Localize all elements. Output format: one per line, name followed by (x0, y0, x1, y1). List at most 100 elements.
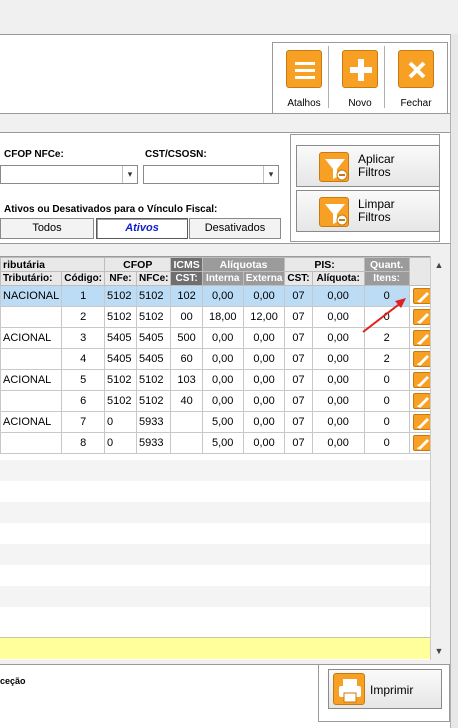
cell-itens[interactable]: 0 (363, 411, 410, 433)
cell-pis-cst[interactable]: 07 (284, 306, 313, 328)
cell-codigo[interactable]: 3 (61, 327, 106, 349)
col-itens[interactable]: Itens: (363, 271, 410, 286)
cell-pis-aliq[interactable]: 0,00 (311, 348, 365, 370)
cell-codigo[interactable]: 7 (61, 411, 106, 433)
clear-filters-button[interactable]: Limpar Filtros (296, 190, 440, 232)
cell-pis-aliq[interactable]: 0,00 (311, 285, 365, 307)
cell-regime[interactable]: ACIONAL (0, 369, 63, 391)
close-button[interactable] (398, 50, 434, 88)
col-codigo[interactable]: Código: (61, 271, 106, 286)
segment-all[interactable]: Todos (0, 218, 94, 239)
cell-nfce[interactable]: 5405 (136, 327, 172, 349)
cell-nfe[interactable]: 5102 (104, 369, 138, 391)
table-row[interactable]: ACIONAL 5 5102 5102 103 0,00 0,00 07 0,00 0 (0, 369, 435, 391)
cell-nfce[interactable]: 5933 (136, 432, 172, 454)
cell-regime[interactable]: ACIONAL (0, 411, 63, 433)
cell-interna[interactable]: 18,00 (201, 306, 244, 328)
cell-nfe[interactable]: 0 (104, 432, 138, 454)
cell-cst[interactable]: 00 (170, 306, 203, 328)
cell-interna[interactable]: 5,00 (201, 432, 244, 454)
cell-nfce[interactable]: 5933 (136, 411, 172, 433)
cell-cst[interactable] (170, 411, 203, 433)
table-row[interactable]: 8 0 5933 5,00 0,00 07 0,00 0 (0, 432, 435, 454)
table-row[interactable]: 4 5405 5405 60 0,00 0,00 07 0,00 2 (0, 348, 435, 370)
chevron-down-icon[interactable]: ▾ (263, 166, 278, 183)
cell-nfce[interactable]: 5405 (136, 348, 172, 370)
cell-codigo[interactable]: 2 (61, 306, 106, 328)
col-pis-cst[interactable]: CST: (284, 271, 313, 286)
cell-pis-cst[interactable]: 07 (284, 432, 313, 454)
scroll-up-icon[interactable]: ▲ (432, 258, 446, 272)
cell-itens[interactable]: 0 (363, 432, 410, 454)
apply-filters-button[interactable]: Aplicar Filtros (296, 145, 440, 187)
cell-pis-cst[interactable]: 07 (284, 348, 313, 370)
pencil-icon[interactable] (412, 435, 431, 451)
col-tributario[interactable]: Tributário: (0, 271, 63, 286)
col-nfce[interactable]: NFCe: (136, 271, 172, 286)
cell-nfce[interactable]: 5102 (136, 306, 172, 328)
cell-codigo[interactable]: 5 (61, 369, 106, 391)
shortcuts-button[interactable] (286, 50, 322, 88)
cell-pis-cst[interactable]: 07 (284, 327, 313, 349)
cell-nfce[interactable]: 5102 (136, 390, 172, 412)
cell-externa[interactable]: 12,00 (242, 306, 286, 328)
cell-externa[interactable]: 0,00 (242, 285, 286, 307)
cell-nfce[interactable]: 5102 (136, 285, 172, 307)
pencil-icon[interactable] (412, 393, 431, 409)
cell-regime[interactable] (0, 348, 63, 370)
scroll-down-icon[interactable]: ▼ (432, 644, 446, 658)
cell-interna[interactable]: 0,00 (201, 348, 244, 370)
col-nfe[interactable]: NFe: (104, 271, 138, 286)
segment-active[interactable]: Ativos (96, 218, 188, 239)
cell-itens[interactable]: 2 (363, 348, 410, 370)
cell-codigo[interactable]: 1 (61, 285, 106, 307)
cell-nfe[interactable]: 5102 (104, 306, 138, 328)
cell-pis-aliq[interactable]: 0,00 (311, 327, 365, 349)
cell-cst[interactable]: 60 (170, 348, 203, 370)
cfop-nfce-select[interactable]: ▾ (0, 165, 138, 184)
cell-pis-cst[interactable]: 07 (284, 390, 313, 412)
vertical-scrollbar[interactable]: ▲ ▼ (430, 256, 446, 660)
cell-nfe[interactable]: 5102 (104, 390, 138, 412)
cell-nfe[interactable]: 5102 (104, 285, 138, 307)
table-row[interactable]: ACIONAL 7 0 5933 5,00 0,00 07 0,00 0 (0, 411, 435, 433)
cell-cst[interactable]: 40 (170, 390, 203, 412)
cell-pis-aliq[interactable]: 0,00 (311, 432, 365, 454)
segment-inactive[interactable]: Desativados (189, 218, 281, 239)
cell-pis-aliq[interactable]: 0,00 (311, 369, 365, 391)
cell-itens[interactable]: 0 (363, 369, 410, 391)
cell-cst[interactable] (170, 432, 203, 454)
cell-interna[interactable]: 0,00 (201, 369, 244, 391)
table-row[interactable]: 6 5102 5102 40 0,00 0,00 07 0,00 0 (0, 390, 435, 412)
cell-nfe[interactable]: 0 (104, 411, 138, 433)
cell-regime[interactable] (0, 390, 63, 412)
chevron-down-icon[interactable]: ▾ (122, 166, 137, 183)
cell-nfe[interactable]: 5405 (104, 327, 138, 349)
pencil-icon[interactable] (412, 309, 431, 325)
cell-codigo[interactable]: 6 (61, 390, 106, 412)
pencil-icon[interactable] (412, 372, 431, 388)
cell-itens[interactable]: 0 (363, 390, 410, 412)
cell-externa[interactable]: 0,00 (242, 411, 286, 433)
cell-pis-aliq[interactable]: 0,00 (311, 306, 365, 328)
cell-regime[interactable] (0, 432, 63, 454)
pencil-icon[interactable] (412, 414, 431, 430)
pencil-icon[interactable] (412, 288, 431, 304)
col-externa[interactable]: Externa (242, 271, 286, 286)
cst-csosn-select[interactable]: ▾ (143, 165, 279, 184)
new-button[interactable] (342, 50, 378, 88)
col-cst[interactable]: CST: (170, 271, 203, 286)
cell-pis-aliq[interactable]: 0,00 (311, 411, 365, 433)
cell-regime[interactable]: ACIONAL (0, 327, 63, 349)
cell-interna[interactable]: 0,00 (201, 327, 244, 349)
cell-externa[interactable]: 0,00 (242, 348, 286, 370)
cell-externa[interactable]: 0,00 (242, 327, 286, 349)
cell-regime[interactable]: NACIONAL (0, 285, 63, 307)
col-pis-aliquota[interactable]: Alíquota: (311, 271, 365, 286)
cell-interna[interactable]: 0,00 (201, 285, 244, 307)
cell-interna[interactable]: 5,00 (201, 411, 244, 433)
cell-externa[interactable]: 0,00 (242, 369, 286, 391)
cell-pis-aliq[interactable]: 0,00 (311, 390, 365, 412)
cell-codigo[interactable]: 8 (61, 432, 106, 454)
cell-cst[interactable]: 102 (170, 285, 203, 307)
